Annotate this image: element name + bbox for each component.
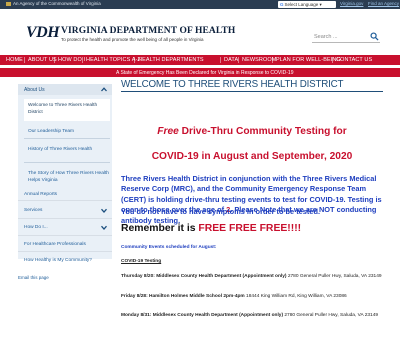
language-select-label: Select Language — [284, 2, 319, 7]
sidebar-item-annual-reports[interactable]: Annual Reports — [18, 187, 112, 201]
event-where: 2780 General Puller Hwy, Saluda, VA 2314… — [286, 274, 382, 279]
nav-divider — [134, 57, 135, 63]
find-agency-link[interactable]: Find an Agency — [368, 1, 399, 6]
sidebar-item-label: Services — [24, 208, 43, 213]
sidebar-item-label: How Healthy is My Community? — [24, 258, 92, 263]
sidebar-item-label: Annual Reports — [24, 192, 58, 197]
sidebar-item-how-do-i[interactable]: How Do I... — [18, 220, 112, 236]
sidebar-item-label: For Healthcare Professionals — [24, 242, 86, 247]
sidebar-item-label: The Story of How Three Rivers Health Hel… — [28, 171, 109, 183]
testing-description: Three Rivers Health District in conjunct… — [121, 174, 383, 226]
heading-rest: Drive-Thru Community Testing for — [178, 126, 347, 137]
reminder-free: FREE FREE FREE!!!! — [198, 223, 302, 234]
chevron-up-icon[interactable] — [100, 86, 108, 93]
emergency-banner[interactable]: A State of Emergency Has Been Declared f… — [0, 68, 400, 77]
sidebar-item-label: Welcome to Three Rivers Health District — [28, 103, 98, 115]
vdh-logo[interactable]: VDH — [26, 24, 60, 42]
sidebar-item-label: How Do I... — [24, 225, 48, 230]
top-utility-bar: An Agency of the Commonwealth of Virgini… — [0, 0, 400, 9]
agency-name[interactable]: VIRGINIA DEPARTMENT OF HEALTH — [61, 26, 235, 36]
search-icon[interactable] — [370, 32, 379, 41]
reminder-prefix: Remember it is — [121, 223, 199, 234]
main-nav: HOME ABOUT US HOW DO I HEALTH TOPICS A-Z… — [0, 55, 400, 65]
free-reminder: Remember it is FREE FREE FREE!!!! — [121, 223, 301, 234]
agency-notice: An Agency of the Commonwealth of Virgini… — [6, 1, 101, 6]
google-translate-icon: G — [280, 2, 284, 7]
event-item: Monday 8/31: Middlesex County Health Dep… — [121, 312, 383, 319]
emergency-banner-text[interactable]: A State of Emergency Has Been Declared f… — [116, 70, 294, 76]
nav-divider — [238, 57, 239, 63]
testing-heading: Free Drive-Thru Community Testing for — [121, 126, 383, 137]
nav-health-departments[interactable]: HEALTH DEPARTMENTS — [138, 57, 204, 63]
sidebar-item-welcome[interactable]: Welcome to Three Rivers Health District — [24, 99, 110, 121]
email-page-link[interactable]: Email this page — [18, 275, 49, 280]
event-item: Thursday 8/20: Middlesex County Health D… — [121, 273, 383, 280]
event-when: Friday 8/28: Hamilton Holmes Middle Scho… — [121, 294, 245, 299]
sidebar-item-leadership[interactable]: Our Leadership Team — [24, 123, 110, 139]
nav-divider — [24, 57, 25, 63]
sidebar-item-label: About Us — [24, 86, 45, 93]
agency-tagline: To protect the health and promote the we… — [61, 37, 204, 42]
event-when: Thursday 8/20: Middlesex County Health D… — [121, 274, 287, 279]
event-when: Monday 8/31: Middlesex County Health Dep… — [121, 313, 284, 318]
chevron-down-icon[interactable] — [100, 207, 108, 214]
site-header: VDH VIRGINIA DEPARTMENT OF HEALTH To pro… — [0, 9, 400, 53]
page-title: WELCOME TO THREE RIVERS HEALTH DISTRICT — [121, 79, 383, 92]
nav-contact-us[interactable]: CONTACT US — [336, 57, 372, 63]
nav-data[interactable]: DATA — [224, 57, 238, 63]
nav-divider — [272, 57, 273, 63]
nav-home[interactable]: HOME — [6, 57, 23, 63]
virginia-gov-link[interactable]: Virginia.gov — [340, 1, 363, 6]
event-where: 18444 King William Rd, King William, VA … — [244, 294, 347, 299]
nav-health-topics[interactable]: HEALTH TOPICS A-Z — [86, 57, 141, 63]
search-placeholder: Search ... — [314, 34, 338, 40]
nav-divider — [54, 57, 55, 63]
language-select[interactable]: GSelect Language ▾ — [278, 1, 336, 8]
sidebar-item-label: History of Three Rivers Health — [28, 147, 93, 152]
sidebar-item-services[interactable]: Services — [18, 203, 112, 219]
search-input[interactable]: Search ... — [312, 32, 380, 43]
sidebar-item-label: Our Leadership Team — [28, 129, 75, 134]
sidebar-item-history[interactable]: History of Three Rivers Health — [24, 141, 110, 163]
nav-about-us[interactable]: ABOUT US — [28, 57, 57, 63]
event-where: 2780 General Puller Hwy, Saluda, VA 2314… — [283, 313, 379, 318]
sidebar-item-how-healthy[interactable]: How Healthy is My Community? — [18, 253, 112, 268]
sidebar-item-about-us[interactable]: About Us — [18, 84, 112, 95]
agency-notice-text: An Agency of the Commonwealth of Virgini… — [13, 1, 101, 6]
testing-label: COVID-19 Testing — [121, 259, 162, 264]
nav-divider — [82, 57, 83, 63]
nav-divider — [220, 57, 221, 63]
chevron-down-icon[interactable] — [100, 224, 108, 231]
event-item: Friday 8/28: Hamilton Holmes Middle Scho… — [121, 293, 383, 300]
events-heading: Community Events scheduled for August: — [121, 245, 217, 250]
virginia-seal-icon — [6, 1, 11, 6]
no-symptoms-note: You do not have to have symptoms in orde… — [121, 207, 321, 216]
testing-heading-dates: COVID-19 in August and September, 2020 — [151, 151, 353, 162]
nav-divider — [332, 57, 333, 63]
heading-free-word: Free — [157, 126, 179, 137]
sidebar-item-healthcare-professionals[interactable]: For Healthcare Professionals — [18, 237, 112, 252]
sidebar-item-story[interactable]: The Story of How Three Rivers Health Hel… — [24, 165, 110, 189]
